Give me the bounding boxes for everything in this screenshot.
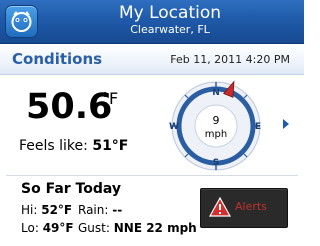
title-bar: My Location Clearwater, FL [0, 0, 304, 44]
feels-like-label: Feels like: [19, 138, 88, 154]
conditions-label: Conditions [12, 50, 103, 68]
observation-date: Feb 11, 2011 4:20 PM [170, 53, 290, 66]
rain-label: Rain: [78, 203, 109, 217]
app-window: My Location Clearwater, FL Conditions Fe… [0, 0, 304, 246]
today-summary-title: So Far Today [21, 181, 122, 197]
gust-value: NNE 22 mph [113, 221, 197, 235]
compass-east-label: E [255, 122, 261, 132]
lo-value: 49°F [42, 221, 74, 235]
lo-label: Lo: [21, 221, 39, 235]
chevron-right-icon[interactable] [283, 119, 289, 129]
current-temperature: 50.6 [26, 87, 113, 127]
conditions-header: Conditions Feb 11, 2011 4:20 PM [0, 44, 304, 75]
alerts-button[interactable]: Alerts [200, 188, 288, 228]
gust-label: Gust: [78, 221, 110, 235]
rain-value: -- [112, 203, 123, 217]
wind-speed-value: 9 [213, 114, 220, 127]
location-subtitle: Clearwater, FL [130, 23, 210, 36]
compass-south-label: S [213, 158, 219, 168]
today-lo-gust-row: Lo: 49°F Gust: NNE 22 mph [21, 221, 197, 235]
wind-compass[interactable]: N S W E 9 mph [160, 76, 272, 176]
section-divider [6, 175, 298, 176]
hi-label: Hi: [21, 203, 38, 217]
compass-west-label: W [169, 122, 179, 132]
hi-value: 52°F [41, 203, 73, 217]
feels-like: Feels like: 51°F [19, 138, 128, 154]
rain-group: Rain: -- [78, 203, 122, 217]
compass-north-label: N [212, 88, 220, 98]
page-title: My Location [118, 3, 222, 23]
warning-icon [209, 197, 231, 217]
alerts-button-label: Alerts [235, 200, 267, 213]
compass-graphic: N S W E 9 mph [169, 80, 261, 171]
wind-speed-unit: mph [205, 129, 227, 140]
gust-group: Gust: NNE 22 mph [78, 221, 197, 235]
feels-like-value: 51°F [92, 138, 129, 154]
today-hi-rain-row: Hi: 52°F Rain: -- [21, 203, 122, 217]
weather-app-icon[interactable] [5, 5, 38, 38]
temperature-unit: °F [101, 89, 119, 108]
